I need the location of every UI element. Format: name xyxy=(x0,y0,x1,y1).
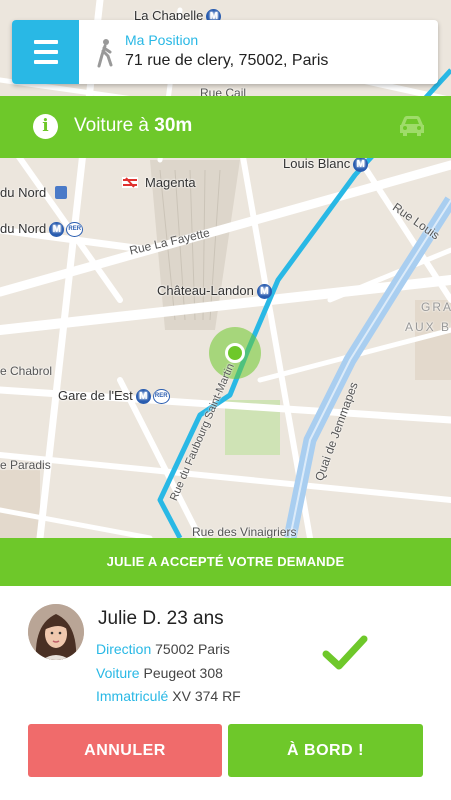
map-label-chateau-landon: Château-Landon M xyxy=(157,283,272,300)
driver-name: Julie D. 23 ans xyxy=(98,608,224,629)
metro-icon: M xyxy=(135,389,151,405)
map-label-du-nord-1: du Nord xyxy=(0,185,47,200)
driver-panel: Julie D. 23 ans Direction 75002 Paris Vo… xyxy=(0,586,451,800)
driver-plate: Immatriculé XV 374 RF xyxy=(96,688,241,704)
metro-icon: M xyxy=(353,157,369,173)
driver-car: Voiture Peugeot 308 xyxy=(96,665,223,681)
rer-icon: RER xyxy=(66,222,84,238)
position-title: Ma Position xyxy=(125,32,199,48)
map-label-chabrol: e Chabrol xyxy=(0,364,53,378)
map-label-gra: GRA xyxy=(421,300,451,314)
menu-icon xyxy=(33,37,58,67)
cancel-button[interactable]: ANNULER xyxy=(28,724,222,777)
driver-avatar xyxy=(28,604,84,660)
info-icon: i xyxy=(33,114,58,139)
walking-person-icon xyxy=(97,39,113,68)
map-label-magenta: Magenta xyxy=(145,175,196,190)
position-search-card[interactable]: Ma Position 71 rue de clery, 75002, Pari… xyxy=(12,20,438,84)
driver-direction: Direction 75002 Paris xyxy=(96,641,230,657)
metro-icon: M xyxy=(256,284,272,300)
map-label-louis-blanc: Louis Blanc M xyxy=(283,156,369,173)
map-label-aux-be: AUX BE xyxy=(405,320,451,334)
board-button[interactable]: À BORD ! xyxy=(228,724,423,777)
driver-age: 23 ans xyxy=(166,608,224,629)
metro-icon: M xyxy=(49,222,65,238)
rer-icon: RER xyxy=(152,389,170,405)
map-label-paradis: e Paradis xyxy=(0,458,51,472)
car-icon xyxy=(400,116,424,136)
map-label-gare-est: Gare de l'Est M RER xyxy=(58,388,170,405)
map-label-vinaigriers: Rue des Vinaigriers xyxy=(192,525,297,538)
accept-banner: JULIE A ACCEPTÉ VOTRE DEMANDE xyxy=(0,538,451,586)
eta-info-bar: i Voiture à 30m xyxy=(0,96,451,158)
map-label-du-nord-2: du Nord M RER xyxy=(0,221,84,238)
eta-text: Voiture à 30m xyxy=(74,115,193,136)
current-position-marker xyxy=(209,327,261,379)
checkmark-icon xyxy=(322,635,368,670)
eta-distance: 30m xyxy=(154,115,193,136)
position-address[interactable]: 71 rue de clery, 75002, Paris xyxy=(125,52,328,70)
menu-button[interactable] xyxy=(12,20,79,84)
